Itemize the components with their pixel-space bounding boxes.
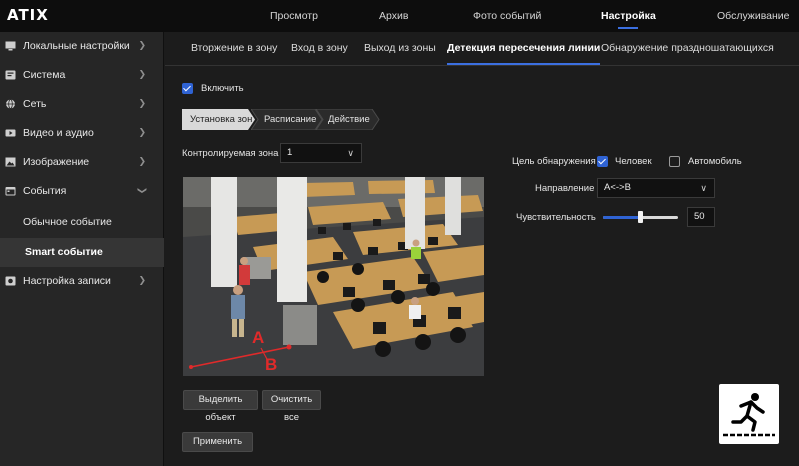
human-checkbox[interactable] bbox=[597, 156, 608, 167]
zone-select[interactable]: 1 ∨ bbox=[280, 143, 362, 163]
clear-all-button[interactable]: Очистить все bbox=[262, 390, 321, 423]
sidebar-item-system[interactable]: Система ❯ bbox=[0, 61, 164, 90]
sensitivity-slider-fill bbox=[603, 216, 641, 219]
tab-area-exit[interactable]: Выход из зоны bbox=[364, 42, 436, 54]
vehicle-label: Автомобиль bbox=[688, 156, 742, 167]
subtabs: Вторжение в зону Вход в зону Выход из зо… bbox=[165, 32, 799, 66]
sidebar-item-label: Изображение bbox=[23, 156, 90, 168]
human-label: Человек bbox=[615, 156, 652, 167]
chevron-down-icon: ∨ bbox=[700, 183, 707, 193]
chevron-right-icon: ❯ bbox=[138, 156, 146, 166]
chevron-right-icon: ❯ bbox=[138, 98, 146, 108]
nav-maintenance[interactable]: Обслуживание bbox=[717, 0, 790, 32]
tab-area-entrance[interactable]: Вход в зону bbox=[291, 42, 348, 54]
chevron-right-icon: ❯ bbox=[138, 127, 146, 137]
sidebar-item-label: События bbox=[23, 185, 67, 197]
step-schedule[interactable]: Расписание bbox=[251, 109, 323, 130]
direction-select[interactable]: A<->B ∨ bbox=[597, 178, 715, 198]
sidebar-item-label: Сеть bbox=[23, 98, 47, 110]
active-nav-indicator bbox=[618, 27, 639, 29]
nav-settings[interactable]: Настройка bbox=[601, 0, 656, 32]
video-icon bbox=[5, 129, 16, 137]
camera-preview[interactable]: A B bbox=[183, 177, 484, 376]
sidebar-item-label: Обычное событие bbox=[23, 216, 112, 228]
sidebar-item-label: Локальные настройки bbox=[23, 40, 130, 52]
sidebar-item-label: Настройка записи bbox=[23, 275, 111, 287]
sidebar-item-label: Система bbox=[23, 69, 66, 81]
tab-area-intrusion[interactable]: Вторжение в зону bbox=[191, 42, 277, 54]
step-zone-setup[interactable]: Установка зон bbox=[182, 109, 256, 130]
chevron-right-icon: ❯ bbox=[138, 40, 146, 50]
brand-logo: ATIX bbox=[7, 6, 49, 24]
line-label-b: B bbox=[265, 355, 278, 374]
active-tab-indicator bbox=[447, 63, 601, 65]
calendar-icon bbox=[5, 187, 16, 196]
tab-line-crossing[interactable]: Детекция пересечения линии bbox=[447, 42, 601, 65]
top-bar: ATIX Просмотр Архив Фото событий Настрой… bbox=[0, 0, 799, 32]
chevron-right-icon: ❯ bbox=[138, 275, 146, 285]
sensitivity-label: Чувствительность bbox=[516, 212, 596, 223]
sidebar-item-regular-event[interactable]: Обычное событие bbox=[0, 208, 164, 237]
globe-icon bbox=[6, 99, 15, 109]
sidebar-item-video-audio[interactable]: Видео и аудио ❯ bbox=[0, 119, 164, 148]
select-object-button[interactable]: Выделить объект bbox=[183, 390, 258, 423]
sensitivity-value-input[interactable]: 50 bbox=[687, 207, 715, 227]
sidebar-item-local-settings[interactable]: Локальные настройки ❯ bbox=[0, 32, 164, 61]
chevron-down-icon: ∨ bbox=[347, 148, 354, 158]
line-label-a: A bbox=[252, 328, 265, 347]
step-action[interactable]: Действие bbox=[316, 109, 380, 130]
target-label: Цель обнаружения bbox=[512, 156, 596, 167]
chevron-right-icon: ❯ bbox=[138, 69, 146, 79]
record-icon bbox=[5, 276, 16, 286]
nav-event-photos[interactable]: Фото событий bbox=[473, 0, 541, 32]
sidebar-item-recording-settings[interactable]: Настройка записи ❯ bbox=[0, 267, 164, 296]
line-crossing-badge bbox=[719, 384, 779, 444]
sidebar-item-network[interactable]: Сеть ❯ bbox=[0, 90, 164, 119]
system-icon bbox=[5, 70, 16, 80]
sidebar-item-image[interactable]: Изображение ❯ bbox=[0, 148, 164, 177]
tab-loitering[interactable]: Обнаружение праздношатающихся bbox=[601, 42, 774, 54]
monitor-icon bbox=[5, 41, 16, 51]
enable-checkbox[interactable] bbox=[182, 83, 193, 94]
sidebar-item-label: Видео и аудио bbox=[23, 127, 94, 139]
sensitivity-slider-thumb[interactable] bbox=[638, 211, 643, 223]
sidebar-item-label: Smart событие bbox=[25, 246, 103, 258]
enable-label: Включить bbox=[201, 83, 244, 94]
chevron-down-icon: ❯ bbox=[137, 186, 148, 195]
nav-archive[interactable]: Архив bbox=[379, 0, 408, 32]
direction-label: Направление bbox=[535, 183, 595, 194]
vehicle-checkbox[interactable] bbox=[669, 156, 680, 167]
camera-scene bbox=[183, 177, 484, 376]
nav-preview[interactable]: Просмотр bbox=[270, 0, 318, 32]
running-person-icon bbox=[723, 393, 775, 437]
sidebar-item-events[interactable]: События ❯ bbox=[0, 177, 164, 206]
zone-label: Контролируемая зона bbox=[182, 148, 279, 159]
sidebar-item-smart-event[interactable]: Smart событие bbox=[0, 238, 164, 267]
image-icon bbox=[5, 157, 16, 167]
sidebar: Локальные настройки ❯ Система ❯ Сеть ❯ В… bbox=[0, 32, 164, 466]
apply-button[interactable]: Применить bbox=[182, 432, 253, 452]
